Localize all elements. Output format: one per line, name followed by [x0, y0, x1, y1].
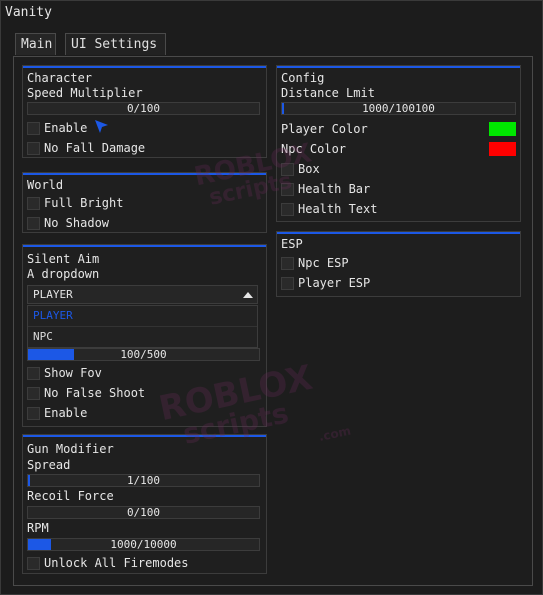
checkbox-box	[281, 277, 294, 290]
checkbox-label: Unlock All Firemodes	[44, 556, 189, 570]
fov-slider[interactable]: 100/500	[27, 348, 260, 361]
checkbox-box	[27, 217, 40, 230]
esp-panel: ESP Npc ESP Player ESP	[276, 231, 521, 297]
dropdown-option-npc[interactable]: NPC	[28, 327, 257, 347]
slider-value: 1000/100100	[362, 102, 435, 115]
target-dropdown[interactable]: PLAYER	[27, 285, 258, 304]
checkbox-box	[27, 387, 40, 400]
slider-value: 0/100	[126, 102, 161, 115]
silent-aim-header: Silent Aim	[27, 252, 100, 266]
character-header: Character	[27, 71, 93, 85]
spread-slider[interactable]: 1/100	[27, 474, 260, 487]
recoil-force-label: Recoil Force	[27, 489, 114, 503]
checkbox-box	[281, 163, 294, 176]
checkbox-label: Enable	[44, 121, 88, 135]
gun-modifier-header: Gun Modifier	[27, 442, 114, 456]
dropdown-options: PLAYER NPC	[27, 305, 258, 348]
slider-value: 100/500	[120, 348, 167, 361]
dropdown-option-player[interactable]: PLAYER	[28, 306, 257, 327]
silent-aim-panel: Silent Aim A dropdown PLAYER PLAYER NPC …	[22, 244, 267, 427]
mouse-cursor-icon	[95, 120, 108, 133]
checkbox-box	[27, 122, 40, 135]
speed-multiplier-slider[interactable]: 0/100	[27, 102, 260, 115]
checkbox-box	[27, 407, 40, 420]
checkbox-box	[281, 257, 294, 270]
recoil-force-slider[interactable]: 0/100	[27, 506, 260, 519]
config-header: Config	[281, 71, 325, 85]
player-color-label: Player Color	[281, 122, 368, 136]
checkbox-label: No Fall Damage	[44, 141, 146, 155]
checkbox-label: Full Bright	[44, 196, 124, 210]
npc-color-label: Npc Color	[281, 142, 347, 156]
checkbox-label: Health Text	[298, 202, 378, 216]
gun-modifier-panel: Gun Modifier Spread 1/100 Recoil Force 0…	[22, 434, 267, 574]
checkbox-label: No Shadow	[44, 216, 110, 230]
distance-limit-slider[interactable]: 1000/100100	[281, 102, 516, 115]
chevron-up-icon	[243, 292, 253, 298]
slider-value: 1/100	[126, 474, 161, 487]
app-window: Vanity Main UI Settings Character Speed …	[0, 0, 543, 595]
speed-multiplier-label: Speed Multiplier	[27, 86, 143, 100]
config-panel: Config Distance Lmit 1000/100100 Player …	[276, 65, 521, 222]
checkbox-box	[281, 183, 294, 196]
esp-header: ESP	[281, 237, 303, 251]
checkbox-label: Health Bar	[298, 182, 371, 196]
checkbox-box	[27, 367, 40, 380]
spread-label: Spread	[27, 458, 71, 472]
player-color-swatch[interactable]	[489, 122, 516, 136]
distance-limit-label: Distance Lmit	[281, 86, 375, 100]
checkbox-box	[281, 203, 294, 216]
character-panel: Character Speed Multiplier 0/100 Enable …	[22, 65, 267, 158]
tab-ui-settings[interactable]: UI Settings	[65, 33, 166, 55]
checkbox-label: Box	[298, 162, 320, 176]
checkbox-label: Player ESP	[298, 276, 371, 290]
slider-value: 0/100	[126, 506, 161, 519]
tab-main[interactable]: Main	[15, 33, 56, 55]
world-panel: World Full Bright No Shadow	[22, 172, 267, 233]
slider-value: 1000/10000	[110, 538, 177, 551]
window-title: Vanity	[5, 5, 52, 20]
checkbox-label: No False Shoot	[44, 386, 146, 400]
dropdown-label: A dropdown	[27, 267, 100, 281]
dropdown-selected: PLAYER	[33, 288, 73, 301]
world-header: World	[27, 178, 64, 192]
checkbox-label: Npc ESP	[298, 256, 349, 270]
checkbox-label: Show Fov	[44, 366, 102, 380]
checkbox-label: Enable	[44, 406, 88, 420]
checkbox-box	[27, 142, 40, 155]
main-content: Character Speed Multiplier 0/100 Enable …	[13, 56, 533, 586]
rpm-slider[interactable]: 1000/10000	[27, 538, 260, 551]
rpm-label: RPM	[27, 521, 49, 535]
npc-color-swatch[interactable]	[489, 142, 516, 156]
checkbox-box	[27, 197, 40, 210]
checkbox-box	[27, 557, 40, 570]
